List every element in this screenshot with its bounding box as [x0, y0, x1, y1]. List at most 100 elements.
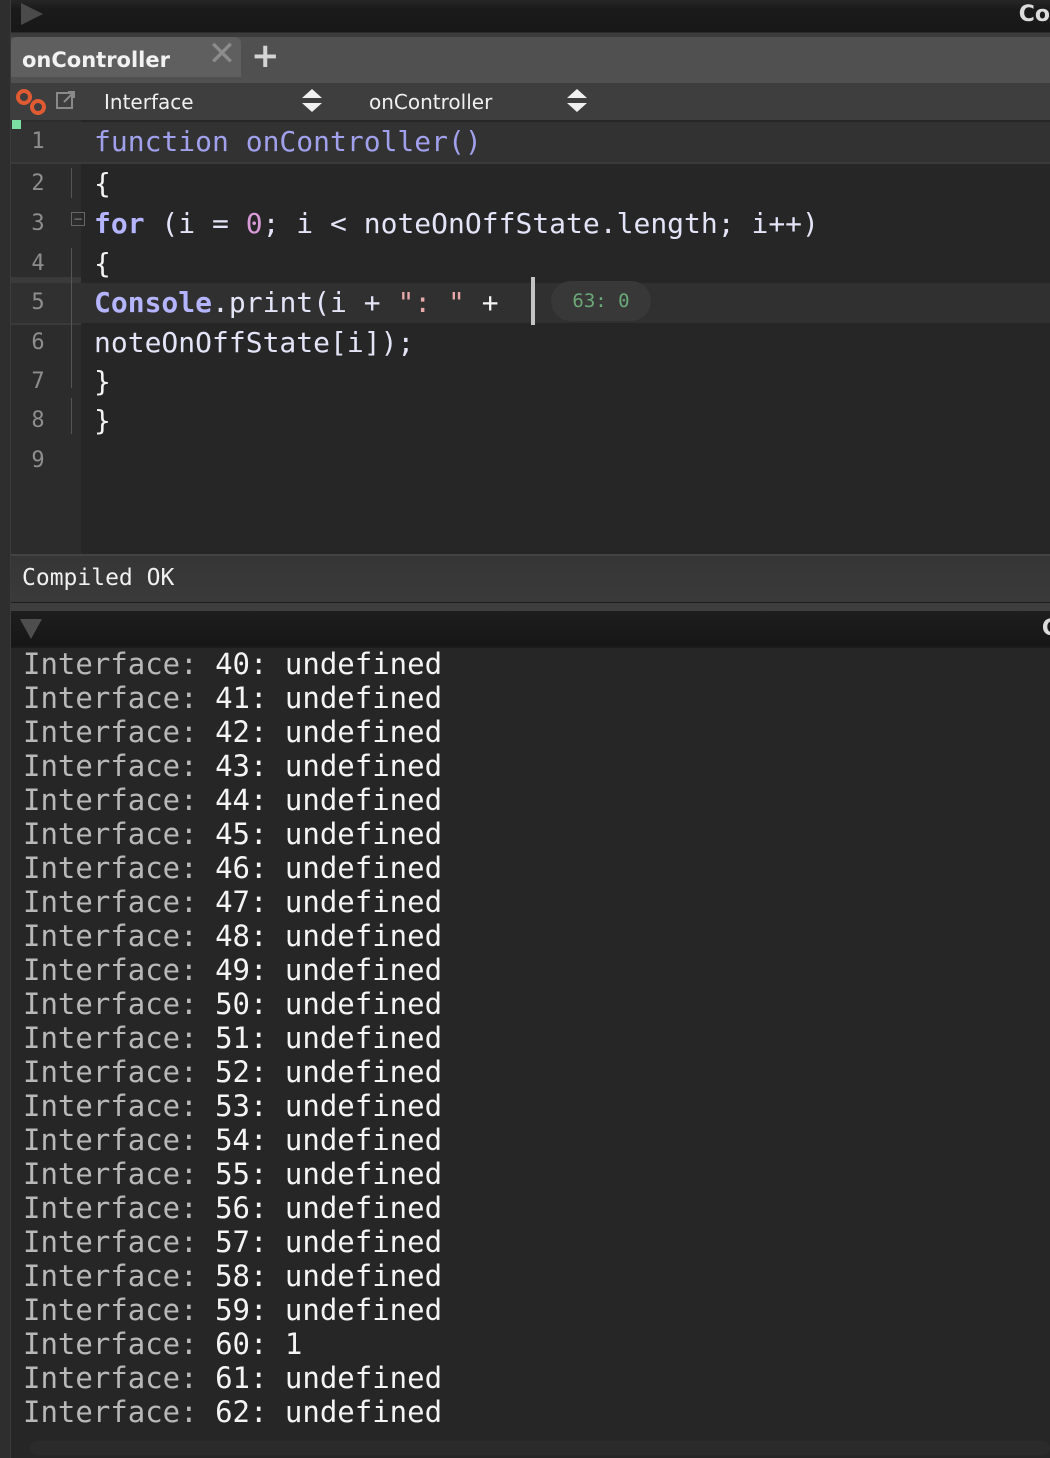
console-line: Interface: 48: undefined — [23, 919, 442, 953]
select-arrows-icon[interactable] — [567, 89, 587, 113]
splitter[interactable] — [11, 603, 1050, 611]
code-token: (i = — [144, 207, 246, 240]
code-token: .print(i + — [212, 286, 398, 319]
console-separator: : — [249, 1123, 285, 1157]
code-line[interactable]: 3 for (i = 0; i < noteOnOffState.length; … — [11, 204, 1050, 244]
console-index: 58 — [215, 1259, 250, 1293]
code-text: function onController() — [94, 122, 482, 162]
console-line: Interface: 55: undefined — [23, 1157, 442, 1191]
callback-select[interactable]: onController — [369, 90, 492, 114]
console-separator: : — [249, 953, 285, 987]
console-index: 44 — [215, 783, 250, 817]
code-line[interactable]: 6 noteOnOffState[i]); — [11, 323, 1050, 363]
console-value: undefined — [284, 1225, 443, 1259]
console-value: undefined — [284, 715, 443, 749]
console-output[interactable]: Interface: 40: undefined Interface: 41: u… — [11, 646, 1050, 1436]
console-index: 49 — [215, 953, 250, 987]
close-icon[interactable]: ✕ — [206, 37, 238, 71]
console-value: undefined — [284, 1089, 443, 1123]
console-line: Interface: 51: undefined — [23, 1021, 442, 1055]
console-value: undefined — [284, 919, 443, 953]
code-token: + — [464, 286, 499, 319]
console-index: 50 — [215, 987, 250, 1021]
console-index: 51 — [215, 1021, 250, 1055]
console-prefix: Interface: — [23, 851, 216, 885]
console-line: Interface: 50: undefined — [23, 987, 442, 1021]
console-line: Interface: 59: undefined — [23, 1293, 442, 1327]
console-separator: : — [249, 987, 285, 1021]
console-separator: : — [249, 919, 285, 953]
console-separator: : — [249, 1259, 285, 1293]
inline-value-hint: 63: 0 — [551, 281, 651, 321]
console-line: Interface: 54: undefined — [23, 1123, 442, 1157]
code-line[interactable]: 1 function onController() — [11, 122, 1050, 164]
plus-icon[interactable]: + — [251, 37, 280, 75]
fold-guide — [71, 398, 72, 434]
line-number: 3 — [31, 211, 45, 236]
console-header-label: C — [1041, 616, 1050, 641]
code-token: function — [94, 125, 246, 158]
console-prefix: Interface: — [23, 1191, 216, 1225]
left-edge-panel — [0, 0, 11, 1458]
console-index: 43 — [215, 749, 250, 783]
play-icon[interactable] — [21, 3, 43, 25]
editor-toolbar: Interface onController — [11, 83, 1050, 120]
console-index: 59 — [215, 1293, 250, 1327]
console-value: undefined — [284, 1157, 443, 1191]
code-token: 0 — [245, 207, 263, 240]
processor-select[interactable]: Interface — [104, 90, 194, 114]
line-number: 7 — [31, 369, 45, 394]
line-number: 4 — [31, 251, 45, 276]
code-text: for (i = 0; i < noteOnOffState.length; i… — [94, 204, 819, 244]
code-editor[interactable]: 1 function onController() 2{ 3 for (i = 0; i… — [11, 120, 1050, 554]
triangle-down-icon[interactable] — [20, 619, 42, 639]
code-text: { — [94, 164, 111, 204]
console-line: Interface: 45: undefined — [23, 817, 442, 851]
code-line[interactable]: 8} — [11, 401, 1050, 441]
fold-toggle-icon[interactable]: − — [71, 212, 85, 226]
link-icon[interactable] — [15, 87, 49, 117]
console-prefix: Interface: — [23, 1395, 216, 1429]
console-separator: : — [249, 851, 285, 885]
code-token: ": " — [397, 286, 465, 319]
code-text: { — [94, 244, 111, 284]
line-number: 9 — [31, 448, 45, 473]
code-line[interactable]: 9 — [11, 441, 1050, 481]
console-prefix: Interface: — [23, 885, 216, 919]
tab-oncontroller[interactable]: onController ✕ — [11, 37, 241, 77]
console-separator: : — [249, 749, 285, 783]
console-value: undefined — [284, 1191, 443, 1225]
console-separator: : — [249, 681, 285, 715]
console-prefix: Interface: — [23, 749, 216, 783]
popout-icon[interactable] — [56, 90, 76, 110]
console-line: Interface: 58: undefined — [23, 1259, 442, 1293]
top-toolbar: Co — [11, 0, 1050, 33]
console-separator: : — [249, 715, 285, 749]
console-line: Interface: 62: undefined — [23, 1395, 442, 1429]
code-token: onController() — [245, 125, 482, 158]
select-arrows-icon[interactable] — [302, 89, 322, 113]
horizontal-scrollbar[interactable] — [30, 1441, 1050, 1455]
console-value: undefined — [284, 885, 443, 919]
code-text: } — [94, 362, 111, 402]
code-line[interactable]: 7} — [11, 362, 1050, 402]
code-token: for — [94, 207, 145, 240]
console-line: Interface: 49: undefined — [23, 953, 442, 987]
compile-status-text: Compiled OK — [22, 565, 175, 591]
console-line: Interface: 52: undefined — [23, 1055, 442, 1089]
console-line: Interface: 56: undefined — [23, 1191, 442, 1225]
console-prefix: Interface: — [23, 1123, 216, 1157]
console-index: 40 — [215, 647, 250, 681]
console-prefix: Interface: — [23, 953, 216, 987]
console-value: undefined — [284, 1021, 443, 1055]
console-separator: : — [249, 647, 285, 681]
code-line[interactable]: 2{ — [11, 164, 1050, 204]
code-token: { — [94, 167, 111, 200]
console-prefix: Interface: — [23, 987, 216, 1021]
console-prefix: Interface: — [23, 783, 216, 817]
console-line: Interface: 41: undefined — [23, 681, 442, 715]
console-index: 57 — [215, 1225, 250, 1259]
modified-marker — [12, 120, 21, 129]
console-value: undefined — [284, 987, 443, 1021]
console-prefix: Interface: — [23, 681, 216, 715]
